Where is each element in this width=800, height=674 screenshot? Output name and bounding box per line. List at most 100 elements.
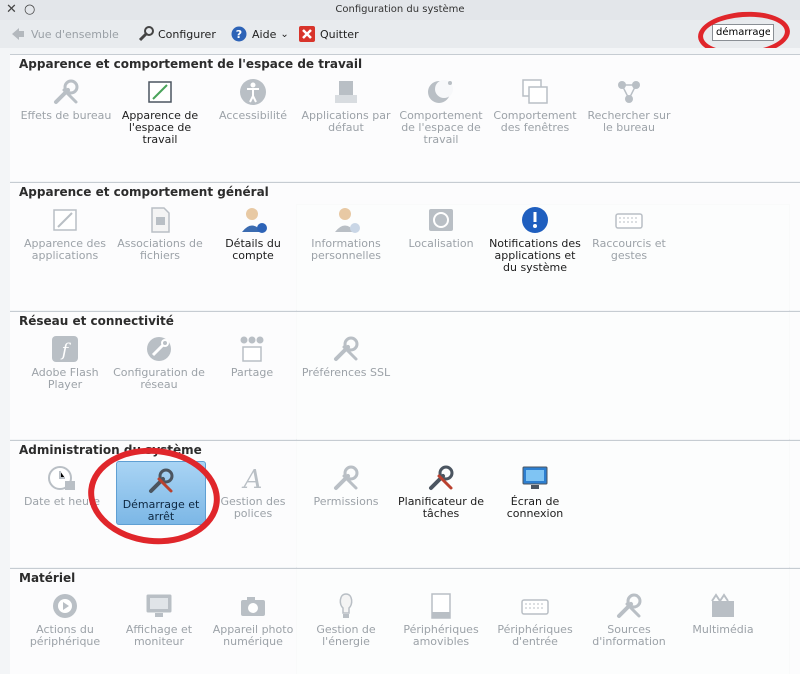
help-icon: ? xyxy=(231,26,247,42)
module-digital-camera[interactable]: Appareil photo numérique xyxy=(205,591,301,648)
module-locale[interactable]: Localisation xyxy=(393,205,489,250)
account-details-icon xyxy=(238,205,268,235)
input-devices-icon xyxy=(520,591,550,621)
workspace-appearance-icon xyxy=(145,77,175,107)
module-label: Configuration de réseau xyxy=(113,366,205,391)
module-label: Informations personnelles xyxy=(310,237,382,262)
module-notifications[interactable]: Notifications des applications et du sys… xyxy=(487,205,583,274)
module-input-devices[interactable]: Périphériques d'entrée xyxy=(487,591,583,648)
removable-devices-icon xyxy=(426,591,456,621)
module-label: Périphériques d'entrée xyxy=(497,623,573,648)
module-workspace-appearance[interactable]: Apparence de l'espace de travail xyxy=(112,77,208,146)
configure-button[interactable]: Configurer xyxy=(137,25,216,43)
module-multimedia[interactable]: Multimédia xyxy=(675,591,771,636)
ssl-preferences-icon xyxy=(331,334,361,364)
section-title: Apparence et comportement général xyxy=(19,185,269,199)
workspace-behavior-icon xyxy=(426,77,456,107)
power-management-icon xyxy=(331,591,361,621)
module-account-details[interactable]: Détails du compte xyxy=(205,205,301,262)
window-titlebar: ✕ ○ Configuration du système xyxy=(0,0,800,20)
module-label: Raccourcis et gestes xyxy=(592,237,666,262)
module-power-management[interactable]: Gestion de l'énergie xyxy=(298,591,394,648)
quit-button[interactable]: Quitter xyxy=(299,25,359,43)
module-label: Multimédia xyxy=(692,623,754,636)
module-flash-player[interactable]: f Adobe Flash Player xyxy=(17,334,113,391)
module-ssl-preferences[interactable]: Préférences SSL xyxy=(298,334,394,379)
module-application-appearance[interactable]: Apparence des applications xyxy=(17,205,113,262)
module-label: Effets de bureau xyxy=(20,109,112,122)
module-personal-info[interactable]: Informations personnelles xyxy=(298,205,394,262)
date-time-icon xyxy=(47,463,77,493)
sharing-icon xyxy=(237,334,267,364)
module-permissions[interactable]: Permissions xyxy=(298,463,394,508)
settings-content: Apparence et comportement de l'espace de… xyxy=(0,48,800,674)
module-sharing[interactable]: Partage xyxy=(204,334,300,379)
wrench-icon xyxy=(137,26,154,42)
module-workspace-behavior[interactable]: Comportement de l'espace de travail xyxy=(393,77,489,146)
module-label: Périphériques amovibles xyxy=(403,623,479,648)
font-management-icon: A xyxy=(238,463,268,495)
module-label: Actions du périphérique xyxy=(29,623,101,648)
task-scheduler-icon xyxy=(426,463,456,493)
module-label: Associations de fichiers xyxy=(117,237,203,262)
module-label: Planificateur de tâches xyxy=(398,495,484,520)
overview-button[interactable]: Vue d'ensemble xyxy=(10,25,119,43)
section-2: Réseau et connectivité f Adobe Flash Playe… xyxy=(10,311,800,439)
module-network-settings[interactable]: Configuration de réseau xyxy=(111,334,207,391)
notifications-icon xyxy=(520,205,550,235)
svg-text:A: A xyxy=(242,465,263,493)
display-monitor-icon xyxy=(144,591,174,621)
section-4: Matériel Actions du périphérique Affichage… xyxy=(10,568,800,674)
svg-text:?: ? xyxy=(236,28,242,41)
section-title: Matériel xyxy=(19,571,76,585)
help-dropdown-icon[interactable]: ⌄ xyxy=(280,29,288,40)
module-label: Préférences SSL xyxy=(301,366,391,379)
module-label: Permissions xyxy=(313,495,379,508)
module-font-management[interactable]: A Gestion des polices xyxy=(205,463,301,520)
module-label: Écran de connexion xyxy=(506,495,564,520)
help-button[interactable]: ? Aide ⌄ xyxy=(231,25,289,43)
module-label: Appareil photo numérique xyxy=(212,623,294,648)
permissions-icon xyxy=(331,463,361,493)
module-label: Gestion de l'énergie xyxy=(316,623,376,648)
accessibility-icon xyxy=(238,77,268,107)
module-label: Apparence des applications xyxy=(23,237,107,262)
module-task-scheduler[interactable]: Planificateur de tâches xyxy=(393,463,489,520)
help-label: Aide xyxy=(252,27,277,41)
overview-label: Vue d'ensemble xyxy=(31,27,119,41)
application-appearance-icon xyxy=(50,205,80,235)
module-label: Partage xyxy=(230,366,274,379)
information-sources-icon xyxy=(614,591,644,621)
module-accessibility[interactable]: Accessibilité xyxy=(205,77,301,122)
module-shortcuts[interactable]: Raccourcis et gestes xyxy=(581,205,677,262)
module-label: Affichage et moniteur xyxy=(125,623,193,648)
quit-label: Quitter xyxy=(320,27,359,41)
module-login-screen[interactable]: Écran de connexion xyxy=(487,463,583,520)
quit-icon xyxy=(299,26,315,42)
back-arrow-icon xyxy=(10,26,26,42)
toolbar: Vue d'ensemble Configurer ? Aide ⌄ Quitt… xyxy=(0,20,800,49)
flash-player-icon: f xyxy=(50,334,80,364)
default-applications-icon xyxy=(331,77,361,107)
section-1: Apparence et comportement général Apparen… xyxy=(10,182,800,310)
module-desktop-search[interactable]: Rechercher sur le bureau xyxy=(581,77,677,134)
module-display-monitor[interactable]: Affichage et moniteur xyxy=(111,591,207,648)
module-file-associations[interactable]: Associations de fichiers xyxy=(112,205,208,262)
section-0: Apparence et comportement de l'espace de… xyxy=(10,54,800,181)
module-information-sources[interactable]: Sources d'information xyxy=(581,591,677,648)
window-title: Configuration du système xyxy=(335,4,465,15)
module-label: Comportement de l'espace de travail xyxy=(399,109,483,146)
file-associations-icon xyxy=(145,205,175,235)
module-label: Notifications des applications et du sys… xyxy=(489,237,581,274)
module-label: Sources d'information xyxy=(592,623,666,648)
desktop-search-icon xyxy=(614,77,644,107)
module-desktop-effects[interactable]: Effets de bureau xyxy=(18,77,114,122)
module-window-behavior[interactable]: Comportement des fenêtres xyxy=(487,77,583,134)
module-default-applications[interactable]: Applications par défaut xyxy=(298,77,394,134)
module-label: Localisation xyxy=(408,237,474,250)
personal-info-icon xyxy=(331,205,361,235)
module-label: Apparence de l'espace de travail xyxy=(121,109,199,146)
module-label: Accessibilité xyxy=(219,109,287,122)
module-device-actions[interactable]: Actions du périphérique xyxy=(17,591,113,648)
module-removable-devices[interactable]: Périphériques amovibles xyxy=(393,591,489,648)
